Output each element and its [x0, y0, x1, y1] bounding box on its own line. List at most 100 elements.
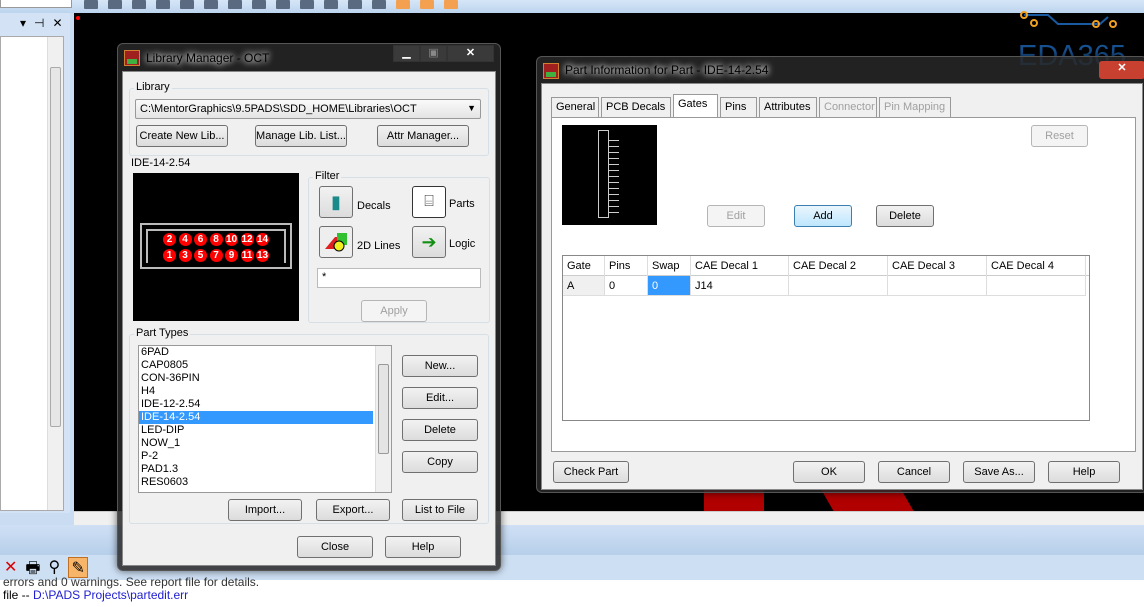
- redo-icon[interactable]: [348, 0, 362, 9]
- mode-2-icon[interactable]: [420, 0, 434, 9]
- table-cell[interactable]: [888, 276, 987, 296]
- parts-filter-button[interactable]: ⌸: [412, 186, 446, 218]
- line-icon[interactable]: [252, 0, 266, 9]
- part-type-item[interactable]: IDE-12-2.54: [139, 398, 373, 411]
- left-panel: ▾ ⊣ ✕: [0, 13, 70, 513]
- tab-connector[interactable]: Connector: [819, 97, 877, 117]
- maximize-button[interactable]: ▣: [420, 45, 447, 62]
- check-part-button[interactable]: Check Part: [553, 461, 629, 483]
- help-button[interactable]: Help: [385, 536, 461, 558]
- tab-attributes[interactable]: Attributes: [759, 97, 817, 117]
- reset-button[interactable]: Reset: [1031, 125, 1088, 147]
- list-scrollbar[interactable]: [375, 346, 391, 492]
- column-header[interactable]: Swap: [648, 256, 691, 276]
- highlight-icon[interactable]: [372, 0, 386, 9]
- dropdown-icon[interactable]: ▾: [20, 16, 26, 30]
- table-cell[interactable]: A: [563, 276, 605, 296]
- add-gate-button[interactable]: Add: [794, 205, 852, 227]
- tab-gates[interactable]: Gates: [673, 94, 718, 118]
- copy-part-button[interactable]: Copy: [402, 451, 478, 473]
- column-header[interactable]: CAE Decal 1: [691, 256, 789, 276]
- table-cell[interactable]: [987, 276, 1086, 296]
- vertical-scrollbar[interactable]: [47, 37, 63, 510]
- via-icon[interactable]: [204, 0, 218, 9]
- gates-table[interactable]: Gate Pins Swap CAE Decal 1 CAE Decal 2 CAE De…: [562, 255, 1090, 421]
- mode-3-icon[interactable]: [444, 0, 458, 9]
- dim-icon[interactable]: [276, 0, 290, 9]
- part-type-item[interactable]: PAD1.3: [139, 463, 373, 476]
- delete-gate-button[interactable]: Delete: [876, 205, 934, 227]
- edit-part-button[interactable]: Edit...: [402, 387, 478, 409]
- board-icon[interactable]: [180, 0, 194, 9]
- net-icon[interactable]: [156, 0, 170, 9]
- export-button[interactable]: Export...: [316, 499, 390, 521]
- route-icon[interactable]: [108, 0, 122, 9]
- table-cell[interactable]: 0: [605, 276, 648, 296]
- ok-button[interactable]: OK: [793, 461, 865, 483]
- tab-pin-mapping[interactable]: Pin Mapping: [879, 97, 951, 117]
- 2d-lines-filter-button[interactable]: [319, 226, 353, 258]
- new-part-button[interactable]: New...: [402, 355, 478, 377]
- manage-lib-list-button[interactable]: Manage Lib. List...: [255, 125, 347, 147]
- mode-1-icon[interactable]: [396, 0, 410, 9]
- column-header[interactable]: Gate: [563, 256, 605, 276]
- save-as-button[interactable]: Save As...: [963, 461, 1035, 483]
- create-new-lib-button[interactable]: Create New Lib...: [136, 125, 228, 147]
- list-icon[interactable]: [84, 0, 98, 9]
- close-window-button[interactable]: ✕: [1099, 61, 1144, 79]
- table-cell[interactable]: J14: [691, 276, 789, 296]
- filter-input[interactable]: *: [317, 268, 481, 288]
- column-header[interactable]: CAE Decal 2: [789, 256, 888, 276]
- toolbar-dropdown[interactable]: [0, 0, 72, 8]
- preview-label: IDE-14-2.54: [131, 157, 191, 169]
- close-dialog-button[interactable]: Close: [297, 536, 373, 558]
- part-type-item[interactable]: CAP0805: [139, 359, 373, 372]
- chevron-down-icon: ▼: [467, 103, 476, 113]
- apply-button[interactable]: Apply: [361, 300, 427, 322]
- logic-filter-button[interactable]: ➔: [412, 226, 446, 258]
- zoom-area-icon[interactable]: [324, 0, 338, 9]
- table-cell[interactable]: [789, 276, 888, 296]
- pad-7: 7: [209, 249, 223, 262]
- library-select[interactable]: C:\MentorGraphics\9.5PADS\SDD_HOME\Libra…: [135, 99, 481, 119]
- project-tree[interactable]: [0, 36, 64, 511]
- part-type-item[interactable]: P-2: [139, 450, 373, 463]
- pads-app-icon: [543, 63, 559, 79]
- cancel-button[interactable]: Cancel: [878, 461, 950, 483]
- bug-icon[interactable]: [228, 0, 242, 9]
- part-types-list[interactable]: 6PAD CAP0805 CON-36PIN H4 IDE-12-2.54 IDE-14-…: [138, 345, 392, 493]
- table-cell[interactable]: 0: [648, 276, 691, 296]
- part-type-item[interactable]: H4: [139, 385, 373, 398]
- import-button[interactable]: Import...: [228, 499, 302, 521]
- zoom-icon[interactable]: [300, 0, 314, 9]
- minimize-button[interactable]: ▁: [393, 45, 420, 62]
- edit-gate-button[interactable]: Edit: [707, 205, 765, 227]
- pad-5: 5: [194, 249, 207, 262]
- part-type-item[interactable]: IDE-14-2.54: [139, 411, 373, 424]
- attr-manager-button[interactable]: Attr Manager...: [377, 125, 469, 147]
- column-header[interactable]: CAE Decal 3: [888, 256, 987, 276]
- gates-tab-panel: Reset Edit Add Delete Gate Pins Swap CAE De…: [551, 117, 1136, 452]
- help-button[interactable]: Help: [1048, 461, 1120, 483]
- pad-6: 6: [194, 233, 207, 246]
- close-icon[interactable]: ✕: [52, 16, 62, 30]
- list-to-file-button[interactable]: List to File: [402, 499, 478, 521]
- tab-pcb-decals[interactable]: PCB Decals: [601, 97, 671, 117]
- tab-general[interactable]: General: [551, 97, 599, 117]
- pad-13: 13: [256, 249, 269, 262]
- tab-pins[interactable]: Pins: [720, 97, 757, 117]
- error-file-link[interactable]: D:\PADS Projects\partedit.err: [33, 588, 188, 602]
- part-type-item[interactable]: RES0603: [139, 476, 373, 489]
- part-type-item[interactable]: LED-DIP: [139, 424, 373, 437]
- part-type-item[interactable]: 6PAD: [139, 346, 373, 359]
- close-button[interactable]: ✕: [447, 45, 494, 62]
- column-header[interactable]: CAE Decal 4: [987, 256, 1086, 276]
- column-header[interactable]: Pins: [605, 256, 648, 276]
- pin-icon[interactable]: ⊣: [34, 16, 44, 30]
- part-type-item[interactable]: CON-36PIN: [139, 372, 373, 385]
- decals-filter-button[interactable]: ▮: [319, 186, 353, 218]
- pad-2: 2: [163, 233, 176, 246]
- component-icon[interactable]: [132, 0, 146, 9]
- part-type-item[interactable]: NOW_1: [139, 437, 373, 450]
- delete-part-button[interactable]: Delete: [402, 419, 478, 441]
